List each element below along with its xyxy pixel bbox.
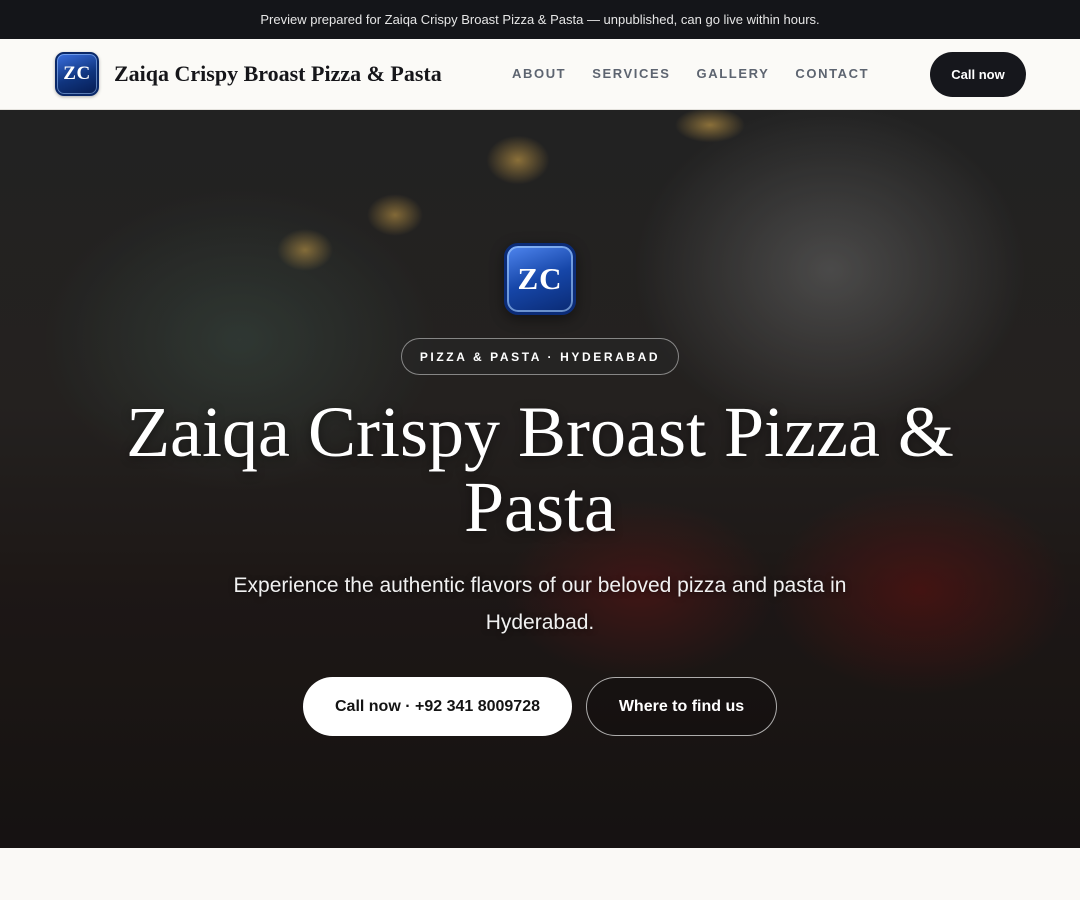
hero-content: ZC PIZZA & PASTA · HYDERABAD Zaiqa Crisp… bbox=[0, 110, 1080, 848]
hero-location-button[interactable]: Where to find us bbox=[586, 677, 777, 736]
site-header: ZC Zaiqa Crispy Broast Pizza & Pasta ABO… bbox=[0, 39, 1080, 110]
hero-subtitle: Experience the authentic flavors of our … bbox=[233, 574, 847, 634]
main-nav: ABOUT SERVICES GALLERY CONTACT bbox=[512, 66, 895, 81]
next-section bbox=[0, 848, 1080, 900]
brand-home-link[interactable]: ZC Zaiqa Crispy Broast Pizza & Pasta bbox=[55, 52, 442, 96]
nav-item-contact[interactable]: CONTACT bbox=[795, 66, 869, 81]
hero-title: Zaiqa Crispy Broast Pizza & Pasta bbox=[126, 392, 954, 547]
nav-item-gallery[interactable]: GALLERY bbox=[697, 66, 770, 81]
hero-logo-icon: ZC bbox=[504, 243, 576, 315]
header-call-now-button[interactable]: Call now bbox=[930, 52, 1026, 97]
nav-item-about[interactable]: ABOUT bbox=[512, 66, 566, 81]
brand-name: Zaiqa Crispy Broast Pizza & Pasta bbox=[114, 61, 442, 86]
hero-call-button[interactable]: Call now · +92 341 8009728 bbox=[303, 677, 572, 736]
nav-item-services[interactable]: SERVICES bbox=[592, 66, 670, 81]
preview-banner-text: Preview prepared for Zaiqa Crispy Broast… bbox=[260, 12, 820, 27]
preview-banner: Preview prepared for Zaiqa Crispy Broast… bbox=[0, 0, 1080, 39]
hero-tagline-badge: PIZZA & PASTA · HYDERABAD bbox=[401, 338, 679, 375]
hero-section: ZC PIZZA & PASTA · HYDERABAD Zaiqa Crisp… bbox=[0, 110, 1080, 848]
brand-logo-icon: ZC bbox=[55, 52, 99, 96]
